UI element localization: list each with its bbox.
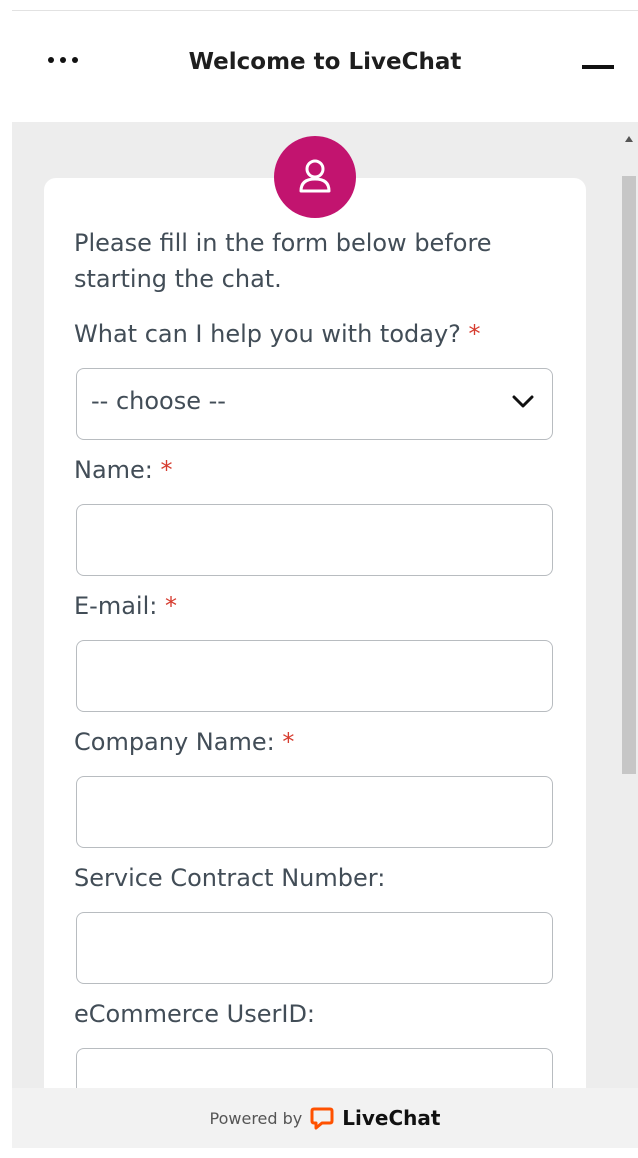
required-marker: *	[160, 456, 173, 484]
topic-label: What can I help you with today? *	[74, 316, 481, 352]
minimize-icon[interactable]	[582, 65, 614, 69]
scrollbar[interactable]	[620, 122, 638, 1098]
company-field[interactable]	[76, 776, 553, 848]
email-label-text: E-mail:	[74, 592, 158, 620]
scrollbar-thumb[interactable]	[622, 176, 636, 774]
contract-label: Service Contract Number:	[74, 860, 385, 896]
powered-by-footer[interactable]: Powered by LiveChat	[12, 1088, 638, 1148]
chat-body: Please fill in the form below before sta…	[12, 122, 638, 1120]
userid-label: eCommerce UserID:	[74, 996, 315, 1032]
company-label: Company Name: *	[74, 724, 294, 760]
topic-label-text: What can I help you with today?	[74, 320, 461, 348]
contract-label-text: Service Contract Number:	[74, 864, 386, 892]
form-intro: Please fill in the form below before sta…	[74, 225, 492, 297]
userid-label-text: eCommerce UserID:	[74, 1000, 316, 1028]
required-marker: *	[164, 592, 177, 620]
form-intro-line-1: Please fill in the form below before	[74, 229, 492, 257]
chevron-down-icon	[512, 395, 534, 408]
user-icon	[274, 136, 356, 218]
name-label-text: Name:	[74, 456, 153, 484]
name-label: Name: *	[74, 452, 173, 488]
chat-header: Welcome to LiveChat	[12, 10, 638, 122]
name-field[interactable]	[76, 504, 553, 576]
chat-title: Welcome to LiveChat	[188, 49, 462, 75]
scroll-up-arrow-icon[interactable]	[625, 136, 633, 142]
email-field[interactable]	[76, 640, 553, 712]
livechat-widget: Welcome to LiveChat Please fill in the f…	[12, 10, 638, 1148]
required-marker: *	[282, 728, 295, 756]
form-intro-line-2: starting the chat.	[74, 265, 282, 293]
livechat-brand: LiveChat	[342, 1106, 441, 1130]
company-label-text: Company Name:	[74, 728, 275, 756]
topic-select-value: -- choose --	[91, 387, 226, 415]
powered-by-text: Powered by	[209, 1108, 303, 1128]
livechat-logo-icon	[310, 1107, 334, 1130]
topic-select[interactable]: -- choose --	[76, 368, 553, 440]
contract-field[interactable]	[76, 912, 553, 984]
email-label: E-mail: *	[74, 588, 177, 624]
required-marker: *	[468, 320, 481, 348]
